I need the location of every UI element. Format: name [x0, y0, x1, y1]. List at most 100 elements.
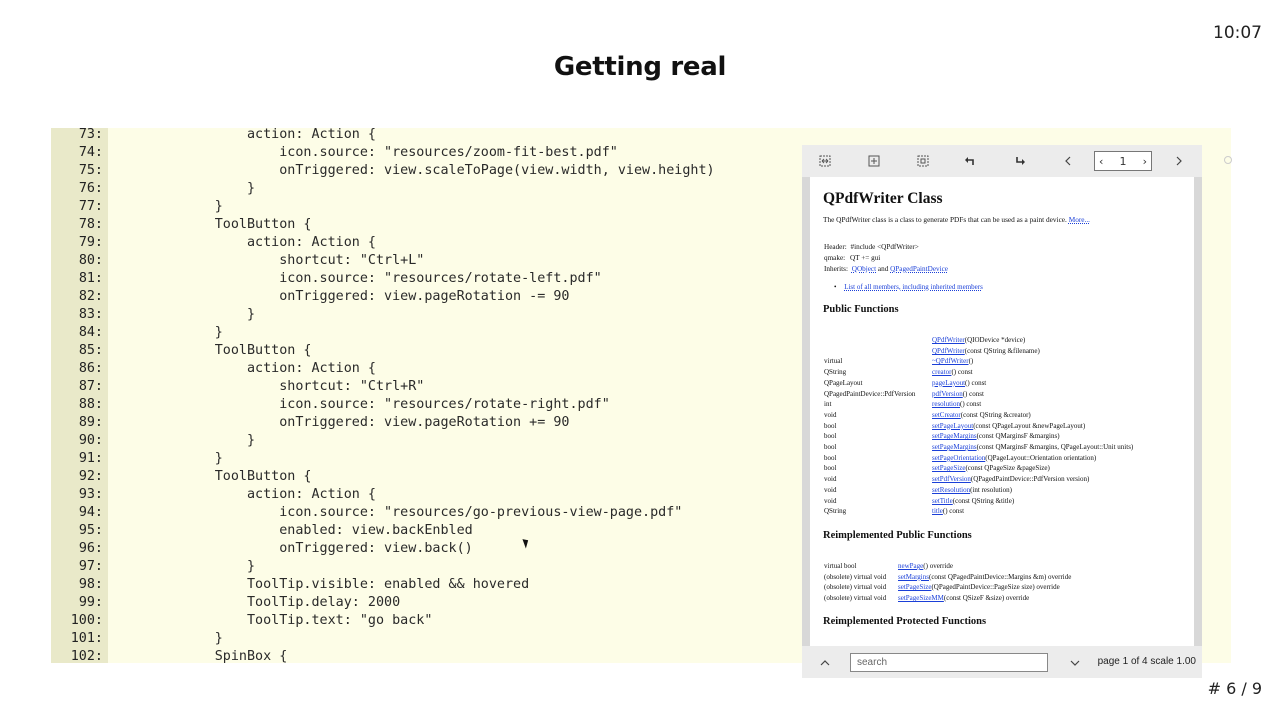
function-params: (const QPageSize &pageSize)	[965, 464, 1050, 473]
line-text: shortcut: "Ctrl+L"	[118, 253, 425, 268]
function-name-link[interactable]: title	[932, 507, 943, 515]
line-text: }	[118, 181, 256, 196]
function-name-link[interactable]: QPdfWriter	[932, 336, 965, 344]
page-spinbox[interactable]: ‹ 1 ›	[1094, 151, 1152, 171]
line-text: enabled: view.backEnbled	[118, 523, 473, 538]
function-name-link[interactable]: setResolution	[932, 486, 970, 494]
code-line: 74: icon.source: "resources/zoom-fit-bes…	[51, 144, 811, 162]
inherits-link-qobject[interactable]: QObject	[852, 265, 876, 273]
code-line: 100: ToolTip.text: "go back"	[51, 612, 811, 630]
line-number: 94:	[78, 505, 103, 520]
function-name-link[interactable]: pageLayout	[932, 379, 965, 387]
function-name-link[interactable]: setPageSize	[932, 464, 965, 472]
function-name-link[interactable]: setPageSizeMM	[898, 594, 944, 602]
inherits-row: Inherits: QObject and QPagedPaintDevice	[824, 265, 948, 273]
function-return-type: QPagedPaintDevice::PdfVersion	[824, 389, 916, 398]
function-name-link[interactable]: setPageLayout	[932, 422, 973, 430]
code-line: 77: }	[51, 198, 811, 216]
line-text: action: Action {	[118, 235, 376, 250]
rotate-left-icon[interactable]	[959, 151, 981, 171]
function-name-link[interactable]: setPageOrientation	[932, 454, 985, 462]
function-params: () const	[942, 507, 965, 516]
function-name-link[interactable]: setTitle	[932, 497, 953, 505]
function-signature: setResolution(int resolution)	[932, 485, 1012, 496]
line-number: 90:	[78, 433, 103, 448]
function-params: (QPageLayout::Orientation orientation)	[985, 453, 1097, 462]
page-number-value[interactable]: 1	[1120, 155, 1127, 168]
go-back-icon[interactable]	[1057, 151, 1079, 171]
line-text: ToolTip.visible: enabled && hovered	[118, 577, 530, 592]
function-params: (int resolution)	[970, 485, 1012, 494]
function-name-link[interactable]: ~QPdfWriter	[932, 357, 969, 365]
function-params: () override	[923, 562, 954, 570]
zoom-fit-page-icon[interactable]	[863, 151, 885, 171]
search-next-icon[interactable]	[1066, 654, 1084, 672]
function-row: virtual bool newPage() override	[824, 561, 1194, 572]
code-line: 94: icon.source: "resources/go-previous-…	[51, 504, 811, 522]
page-decrement-icon[interactable]: ‹	[1099, 155, 1103, 168]
zoom-fit-best-icon[interactable]	[912, 151, 934, 171]
line-number: 98:	[78, 577, 103, 592]
function-params: () const	[965, 378, 987, 387]
function-name-link[interactable]: QPdfWriter	[932, 347, 965, 355]
function-name-link[interactable]: setPageMargins	[932, 443, 977, 451]
function-name-link[interactable]: setCreator	[932, 411, 961, 419]
function-return-type: bool	[824, 464, 837, 473]
function-signature: creator() const	[932, 367, 973, 378]
line-text: ToolButton {	[118, 343, 312, 358]
function-name-link[interactable]: setMargins	[898, 573, 929, 581]
line-number: 85:	[78, 343, 103, 358]
inherits-link-qpagedpaintdevice[interactable]: QPagedPaintDevice	[890, 265, 948, 273]
inherits-and: and	[877, 265, 889, 273]
page-increment-icon[interactable]: ›	[1143, 155, 1147, 168]
code-line: 93: action: Action {	[51, 486, 811, 504]
zoom-fit-width-icon[interactable]	[814, 151, 836, 171]
function-signature: QPdfWriter(const QString &filename)	[932, 346, 1040, 357]
members-link[interactable]: List of all members, including inherited…	[844, 283, 983, 291]
function-name-link[interactable]: creator	[932, 368, 951, 376]
code-line: 95: enabled: view.backEnbled	[51, 522, 811, 540]
line-text: icon.source: "resources/rotate-left.pdf"	[118, 271, 602, 286]
inherits-label: Inherits:	[824, 265, 848, 273]
code-line: 86: action: Action {	[51, 360, 811, 378]
function-signature: newPage() override	[898, 561, 953, 572]
function-signature: setPageSize(const QPageSize &pageSize)	[932, 463, 1050, 474]
function-row: (obsolete) virtual void setPageSize(QPage…	[824, 582, 1194, 593]
function-name-link[interactable]: setPageSize	[898, 583, 931, 591]
function-signature: setPageMargins(const QMarginsF &margins)	[932, 431, 1060, 442]
search-previous-icon[interactable]	[816, 654, 834, 672]
function-row: bool setPageMargins(const QMarginsF &marg…	[824, 442, 1194, 453]
function-row: bool setPageSize(const QPageSize &pageSiz…	[824, 463, 1194, 474]
more-link[interactable]: More...	[1069, 215, 1090, 224]
function-name-link[interactable]: setPageMargins	[932, 432, 977, 440]
viewer-toolbar: ‹ 1 ›	[802, 145, 1202, 177]
function-return-type: void	[824, 496, 837, 505]
line-text: action: Action {	[118, 361, 376, 376]
function-return-type: void	[824, 475, 837, 484]
code-line: 85: ToolButton {	[51, 342, 811, 360]
function-name-link[interactable]: pdfVersion	[932, 390, 963, 398]
function-name-link[interactable]: newPage	[898, 562, 923, 570]
code-line: 88: icon.source: "resources/rotate-right…	[51, 396, 811, 414]
header-row: Header: #include <QPdfWriter>	[824, 243, 919, 251]
function-return-type: virtual	[824, 357, 843, 366]
function-row: bool setPageMargins(const QMarginsF &marg…	[824, 431, 1194, 442]
function-row: bool setPageLayout(const QPageLayout &new…	[824, 421, 1194, 432]
function-signature: title() const	[932, 506, 964, 517]
function-row: QPdfWriter(const QString &filename)	[824, 346, 1194, 357]
function-signature: pageLayout() const	[932, 378, 986, 389]
line-number: 79:	[78, 235, 103, 250]
function-return-type: void	[824, 485, 837, 494]
go-forward-icon[interactable]	[1168, 151, 1190, 171]
search-input[interactable]	[850, 653, 1048, 672]
function-name-link[interactable]: resolution	[932, 400, 960, 408]
function-return-type: bool	[824, 443, 837, 451]
line-number: 95:	[78, 523, 103, 538]
function-row: (obsolete) virtual void setMargins(const …	[824, 572, 1194, 583]
doc-intro-text: The QPdfWriter class is a class to gener…	[823, 215, 1067, 224]
function-name-link[interactable]: setPdfVersion	[932, 475, 971, 483]
rotate-right-icon[interactable]	[1009, 151, 1031, 171]
pdf-viewer-window: ‹ 1 › QPdfWriter Class The QPdfWriter cl…	[802, 145, 1202, 678]
function-params: () const	[951, 368, 973, 377]
function-params: (QPagedPaintDevice::PageSize size) overr…	[931, 583, 1060, 592]
